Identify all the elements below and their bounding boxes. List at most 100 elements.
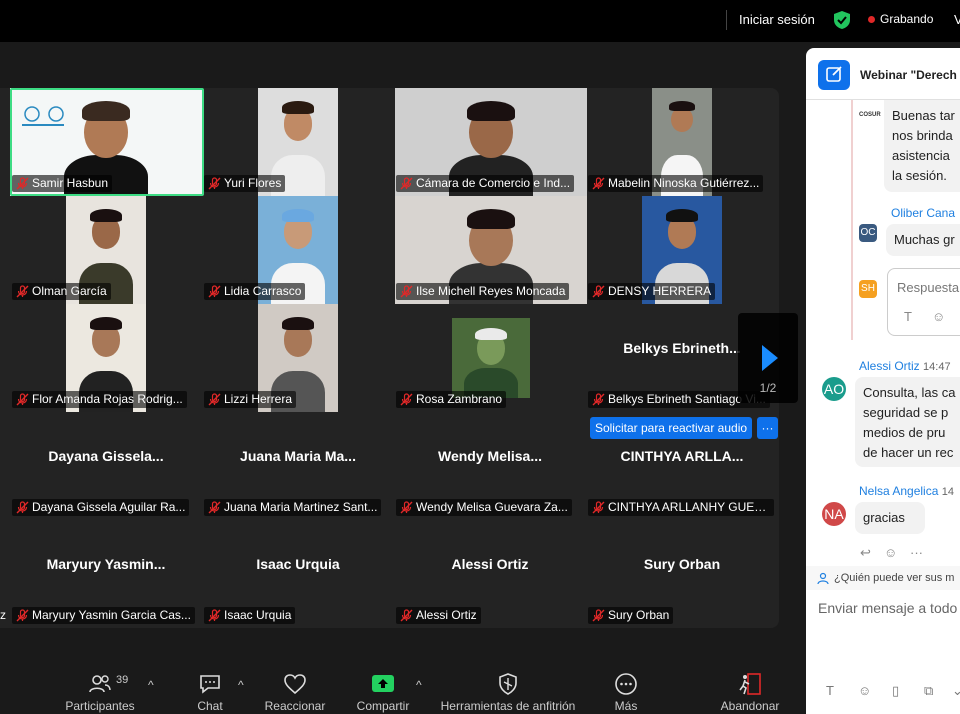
message-line: seguridad se p [863,405,949,420]
mic-muted-icon [592,393,605,406]
participant-name: Ilse Michell Reyes Moncada [416,284,566,298]
emoji-icon[interactable]: ☺ [858,683,871,698]
recording-dot-icon [868,16,875,23]
page-indicator: 1/2 [759,381,777,395]
participant-display-name: Juana Maria Ma... [240,448,356,464]
chat-visibility-notice[interactable]: ¿Quién puede ver sus m [806,566,960,590]
participant-tile[interactable]: Cámara de Comercio e Ind... [394,88,587,196]
message-text: Muchas gr [894,232,955,247]
message-more-icon[interactable]: ··· [910,545,923,560]
participant-name: Isaac Urquia [224,608,292,622]
tile-more-button[interactable]: ··· [757,417,778,439]
participant-tile[interactable]: Flor Amanda Rojas Rodrig... [10,304,202,412]
participant-tile[interactable]: Wendy Melisa... Wendy Melisa Guevara Za..… [394,412,586,520]
reply-input[interactable]: Respuesta T ☺ [887,268,960,336]
chat-sender: Nelsa Angelica 14 [859,484,954,498]
view-button[interactable]: V [954,12,960,27]
file-icon[interactable]: ▯ [892,683,899,699]
mic-muted-icon [400,501,413,514]
participant-tile[interactable]: Maryury Yasmin... Maryury Yasmin Garcia C… [10,520,202,628]
video-gallery: Samir Hasbun Yuri Flores Cámara de Comerci… [0,88,779,628]
share-button[interactable]: Compartir [350,660,416,714]
shield-check-icon[interactable] [834,11,850,29]
participant-name-label: Juana Maria Martinez Sant... [204,499,382,516]
thread-indicator [851,100,853,340]
chat-caret-icon[interactable]: ^ [238,678,244,692]
recording-status[interactable]: Grabando [880,12,933,26]
chat-button[interactable]: Chat [180,660,240,714]
cosur-logo: COSUR [859,106,881,124]
more-dots-icon [615,673,637,695]
edit-icon[interactable] [818,60,850,90]
request-unmute-button[interactable]: Solicitar para reactivar audio [590,417,752,439]
mic-muted-icon [16,177,29,190]
mic-muted-icon [592,177,605,190]
participant-name: Olman García [32,284,107,298]
participant-tile[interactable]: Rosa Zambrano [394,304,586,412]
participant-tile[interactable]: Sury Orban Sury Orban [586,520,778,628]
leave-label: Abandonar [720,699,780,713]
participants-button[interactable]: 39 Participantes [60,660,140,714]
chat-header: Webinar "Derech [806,48,960,100]
message-line: Buenas tar [892,108,955,123]
participant-tile[interactable]: DENSY HERRERA [586,196,778,304]
avatar: SH [859,280,877,298]
participant-tile[interactable]: Lizzi Herrera [202,304,394,412]
leave-button[interactable]: Abandonar [714,660,786,714]
participant-name: Juana Maria Martinez Sant... [224,500,378,514]
message-line: Consulta, las ca [863,385,956,400]
mic-muted-icon [400,285,413,298]
participant-tile[interactable]: Alessi Ortiz Alessi Ortiz [394,520,586,628]
participants-label: Participantes [65,699,135,713]
participant-tile[interactable]: Samir Hasbun [10,88,202,196]
participant-display-name: CINTHYA ARLLA... [620,448,744,464]
participant-name: Wendy Melisa Guevara Za... [416,500,568,514]
mic-muted-icon [208,609,221,622]
participant-tile[interactable]: Yuri Flores [202,88,394,196]
participant-tile[interactable]: Lidia Carrasco [202,196,394,304]
participant-name: Dayana Gissela Aguilar Ra... [32,500,186,514]
participant-name: CINTHYA ARLLANHY GUER... [608,500,773,514]
participant-tile[interactable]: Ilse Michell Reyes Moncada [394,196,587,304]
meeting-toolbar: 39 Participantes ^ Chat ^ Reaccionar Com… [0,660,804,714]
participant-tile[interactable]: Dayana Gissela... Dayana Gissela Aguilar … [10,412,202,520]
participant-tile[interactable]: Isaac Urquia Isaac Urquia [202,520,394,628]
chevron-down-icon[interactable]: ⌄ [952,683,960,699]
share-caret-icon[interactable]: ^ [416,678,422,692]
participant-tile[interactable]: Mabelin Ninoska Gutiérrez... [586,88,778,196]
participant-name: Maryury Yasmin Garcia Cas... [32,608,191,622]
more-button[interactable]: Más [598,660,654,714]
mic-muted-icon [208,177,221,190]
sender-name: Nelsa Angelica [859,484,939,498]
participant-tile[interactable]: Juana Maria Ma... Juana Maria Martinez Sa… [202,412,394,520]
emoji-icon[interactable]: ☺ [932,309,945,324]
text-format-icon[interactable]: T [826,683,834,698]
reply-icon[interactable]: ↩ [860,545,871,561]
next-page-button[interactable]: 1/2 [738,313,798,403]
message-line: asistencia [892,148,950,163]
participant-name: Sury Orban [608,608,670,622]
mic-muted-icon [208,501,221,514]
text-format-icon[interactable]: T [904,309,912,324]
chat-icon [200,675,220,694]
react-button[interactable]: Reaccionar [260,660,330,714]
message-line: la sesión. [892,168,947,183]
participant-name-label: Lidia Carrasco [204,283,306,300]
sign-in-link[interactable]: Iniciar sesión [739,12,815,27]
chat-sender: Oliber Cana [891,206,956,220]
mic-muted-icon [592,285,605,298]
participant-display-name: Sury Orban [643,556,721,572]
chat-message-input[interactable]: Enviar mensaje a todo [818,600,957,616]
mic-muted-icon [208,393,221,406]
mic-muted-icon [400,609,413,622]
shield-icon [499,673,517,695]
participant-name-label: Isaac Urquia [204,607,296,624]
participant-tile[interactable]: Olman García [10,196,202,304]
screenshot-icon[interactable]: ⧉ [924,683,933,699]
share-screen-icon [372,675,394,692]
participants-caret-icon[interactable]: ^ [148,678,154,692]
add-reaction-icon[interactable]: ☺ [884,545,897,560]
message-time: 14:47 [923,361,951,373]
host-tools-button[interactable]: Herramientas de anfitrión [440,660,576,714]
mic-muted-icon [16,285,29,298]
